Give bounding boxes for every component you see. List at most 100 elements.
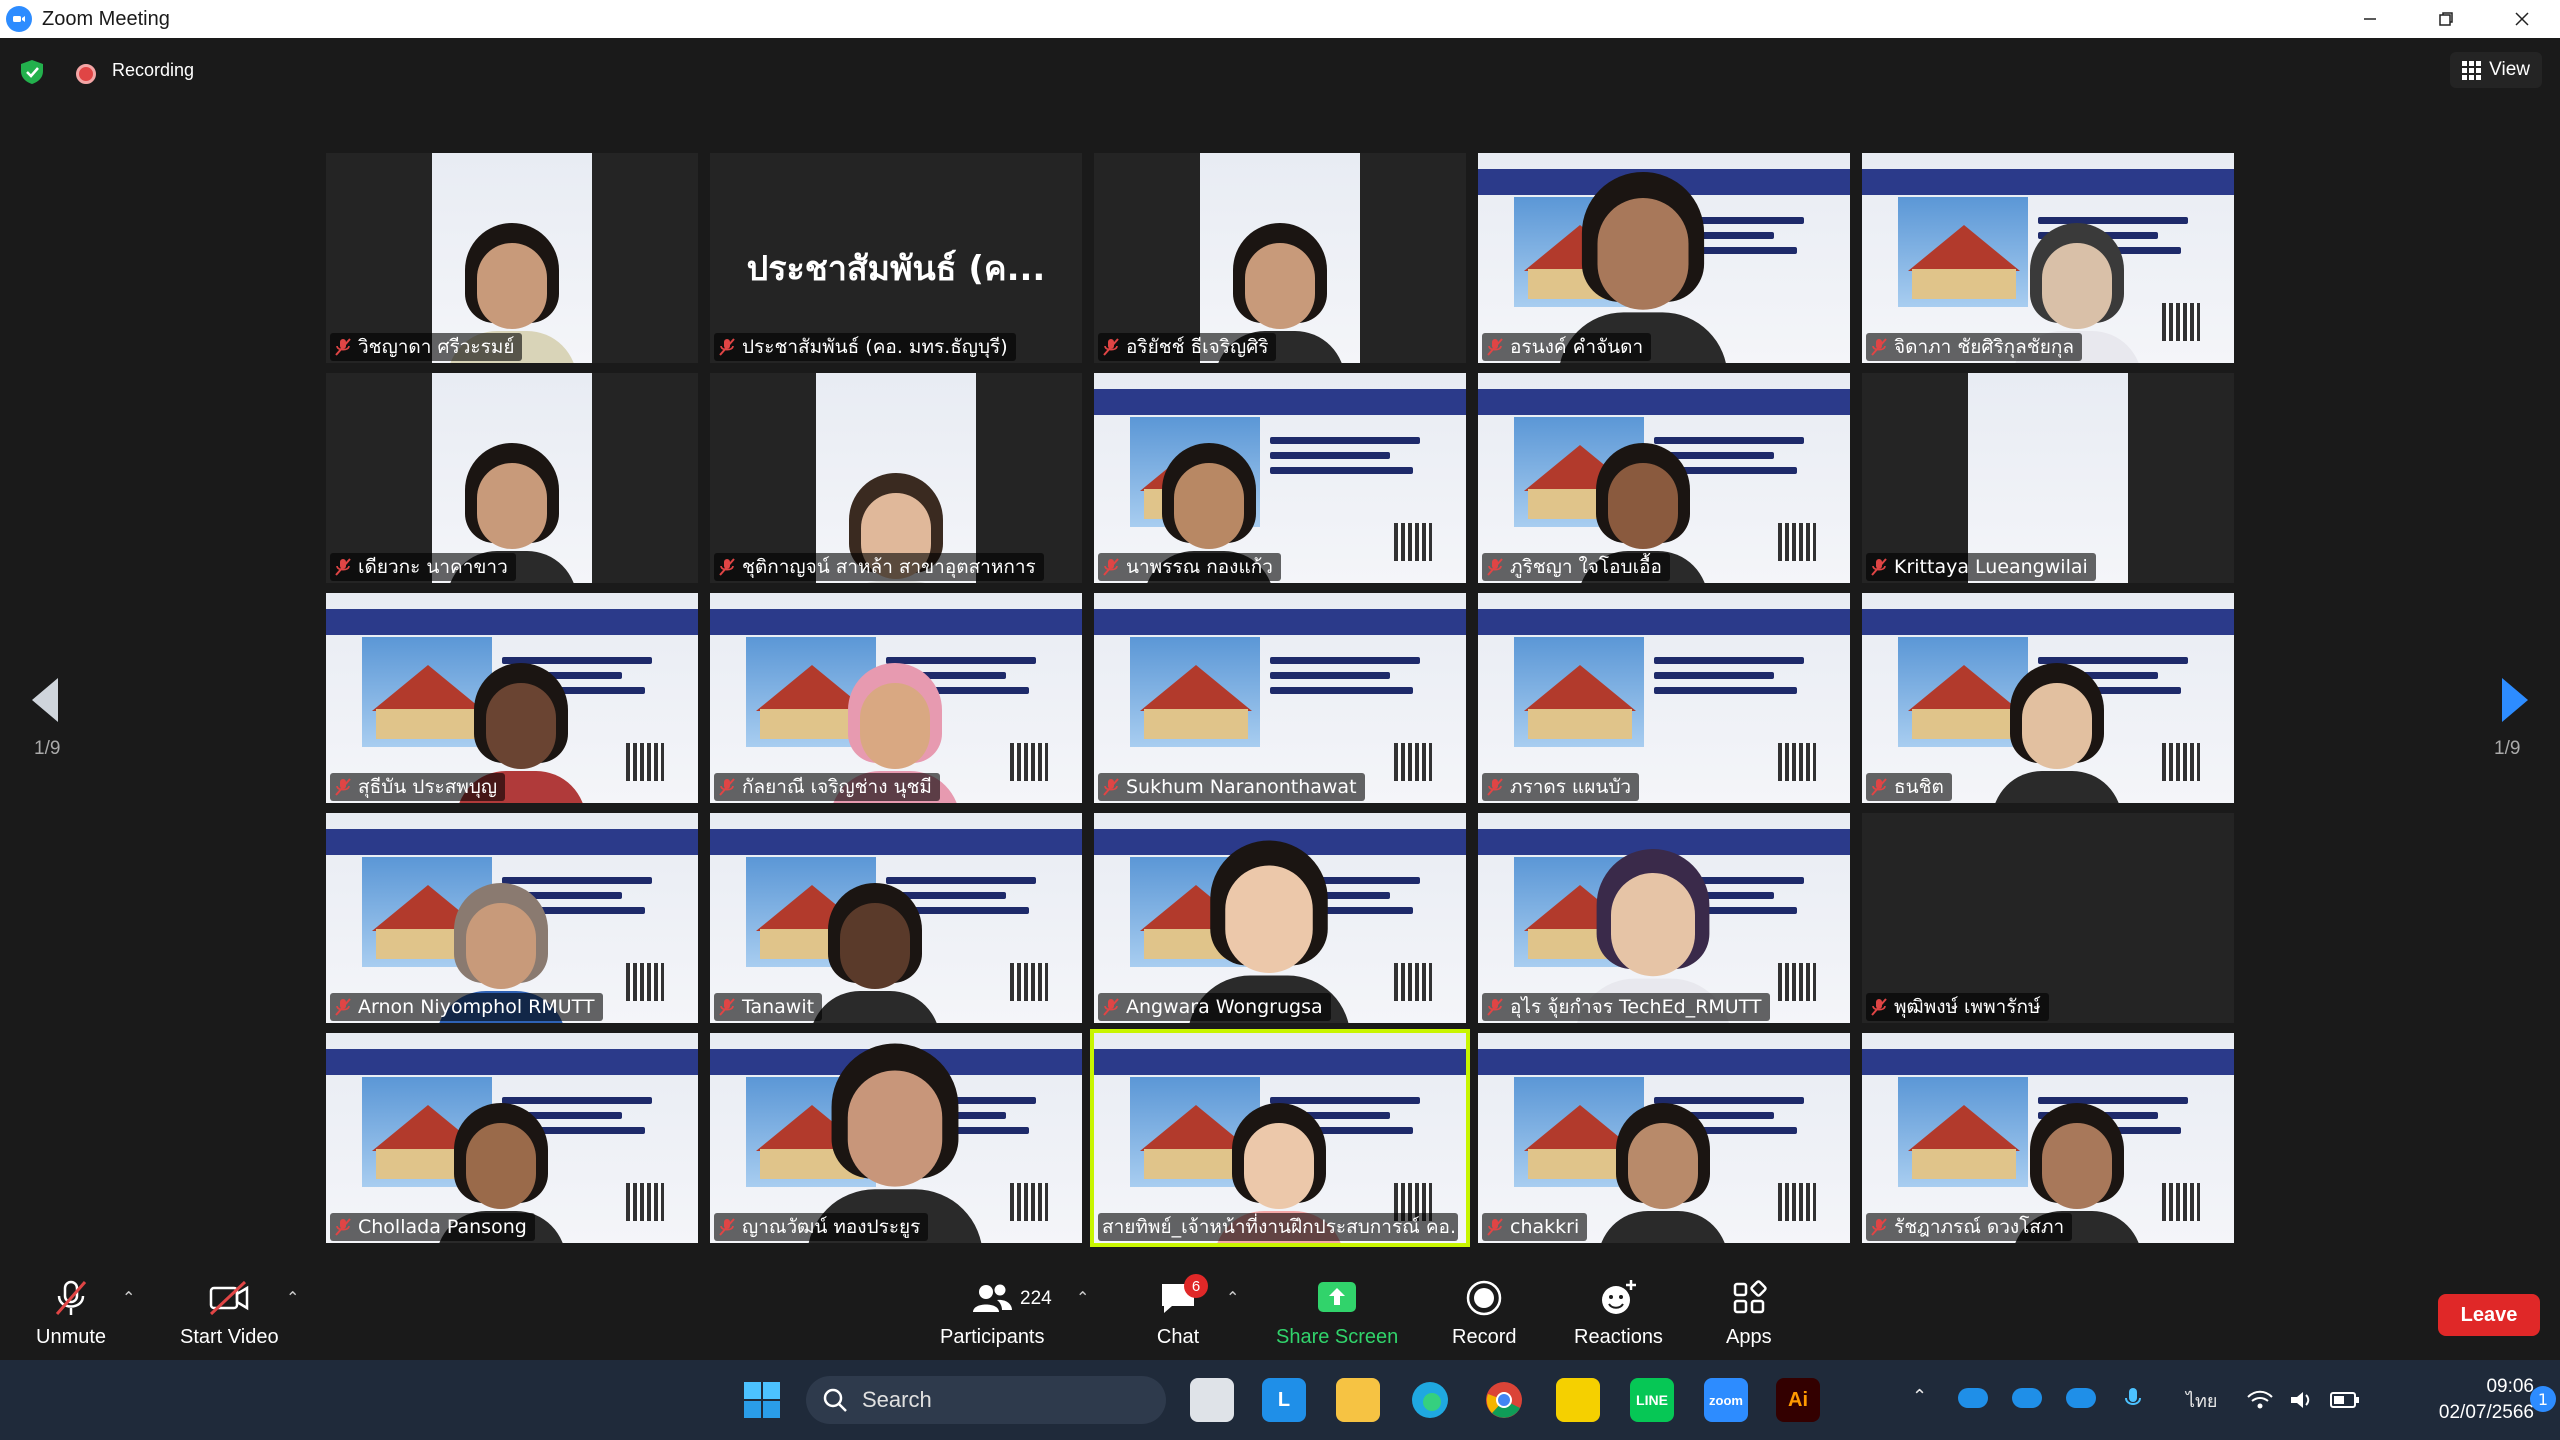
chat-options-chevron-icon[interactable]: ⌃	[1226, 1288, 1239, 1307]
microphone-tray-icon[interactable]	[2118, 1378, 2148, 1422]
page-indicator-right: 1/9	[2494, 738, 2521, 759]
tray-overflow-chevron-icon[interactable]: ⌃	[1912, 1386, 1927, 1407]
participant-name: อริยัชช์ ธีเจริญศิริ	[1126, 336, 1269, 358]
recording-indicator-icon	[76, 64, 96, 84]
participant-tile[interactable]: ภูริชญา ใจโอบเอื้อ	[1478, 373, 1850, 583]
participants-button[interactable]: Participants	[940, 1276, 1045, 1349]
zoom-app-icon[interactable]: zoom	[1704, 1378, 1748, 1422]
participant-name: Sukhum Naranonthawat	[1126, 776, 1357, 798]
start-menu-windows-icon[interactable]	[740, 1378, 784, 1422]
volume-icon[interactable]	[2286, 1378, 2318, 1422]
participant-tile[interactable]: อุไร จุ้ยกำจร TechEd_RMUTT	[1478, 813, 1850, 1023]
participant-tile[interactable]: Sukhum Naranonthawat	[1094, 593, 1466, 803]
audio-options-chevron-icon[interactable]: ⌃	[122, 1288, 135, 1307]
participant-video-person	[810, 883, 940, 1023]
start-video-button[interactable]: Start Video	[180, 1276, 279, 1349]
participant-tile[interactable]: Angwara Wongrugsa	[1094, 813, 1466, 1023]
active-speaker-tile[interactable]: สายทิพย์_เจ้าหน้าที่งานฝึกประสบการณ์ คอ.	[1090, 1029, 1470, 1247]
page-indicator-left: 1/9	[34, 738, 61, 759]
windows-taskbar: Search L LINE zoom Ai ⌃ ไทย 09:06 02/07/…	[0, 1360, 2560, 1440]
participant-name: Angwara Wongrugsa	[1126, 996, 1323, 1018]
apps-button[interactable]: Apps	[1726, 1276, 1772, 1349]
muted-mic-icon	[55, 1280, 87, 1315]
participant-name-plate: ภูริชญา ใจโอบเอื้อ	[1482, 553, 1670, 581]
participant-tile[interactable]: อริยัชช์ ธีเจริญศิริ	[1094, 153, 1466, 363]
participant-tile[interactable]: ญาณวัฒน์ ทองประยูร	[710, 1033, 1082, 1243]
share-screen-button[interactable]: Share Screen	[1276, 1276, 1398, 1349]
participant-tile[interactable]: ประชาสัมพันธ์ (ค... ประชาสัมพันธ์ (คอ. ม…	[710, 153, 1082, 363]
adobe-illustrator-icon[interactable]: Ai	[1776, 1378, 1820, 1422]
task-view-icon[interactable]	[1190, 1378, 1234, 1422]
previous-page-arrow-icon[interactable]	[26, 670, 66, 730]
muted-mic-icon	[1871, 558, 1887, 576]
participant-tile[interactable]: Tanawit	[710, 813, 1082, 1023]
participant-tile[interactable]: จิดาภา ชัยศิริกุลชัยกุล	[1862, 153, 2234, 363]
chrome-browser-icon[interactable]	[1482, 1378, 1526, 1422]
participant-tile[interactable]: Krittaya Lueangwilai	[1862, 373, 2234, 583]
participant-tile[interactable]: กัลยาณี เจริญช่าง นุชมี	[710, 593, 1082, 803]
participant-tile[interactable]: นาพรรณ กองแก้ว	[1094, 373, 1466, 583]
participant-name: เดียวกะ นาคาขาว	[358, 556, 508, 578]
participant-tile[interactable]: ภราดร แผนบัว	[1478, 593, 1850, 803]
participant-name-plate: จิดาภา ชัยศิริกุลชัยกุล	[1866, 333, 2082, 361]
zoom-logo-icon	[6, 6, 32, 32]
participant-tile[interactable]: ชุติกาญจน์ สาหล้า สาขาอุตสาหการ	[710, 373, 1082, 583]
wifi-icon[interactable]	[2244, 1378, 2276, 1422]
participant-name-plate: chakkri	[1482, 1213, 1588, 1241]
participant-name: อรนงค์ คำจันดา	[1510, 336, 1644, 358]
onedrive-cloud-icon[interactable]	[2012, 1388, 2042, 1408]
chat-button[interactable]: 6 Chat	[1156, 1274, 1208, 1349]
muted-mic-icon	[1487, 558, 1503, 576]
participants-label: Participants	[940, 1326, 1045, 1348]
edge-browser-icon[interactable]	[1408, 1378, 1452, 1422]
taskbar-clock[interactable]: 09:06 02/07/2566	[2430, 1374, 2534, 1426]
participant-name: ภราดร แผนบัว	[1510, 776, 1632, 798]
participant-tile[interactable]: พุฒิพงษ์ เพพารักษ์	[1862, 813, 2234, 1023]
leave-meeting-button[interactable]: Leave	[2438, 1294, 2540, 1336]
onedrive-cloud-icon[interactable]	[2066, 1388, 2096, 1408]
participant-tile[interactable]: วิชญาดา ศรีวะรมย์	[326, 153, 698, 363]
launcher-l-app-icon[interactable]: L	[1262, 1378, 1306, 1422]
input-language-indicator[interactable]: ไทย	[2186, 1386, 2217, 1415]
participant-name: อุไร จุ้ยกำจร TechEd_RMUTT	[1510, 996, 1762, 1018]
notification-count-badge[interactable]: 1	[2530, 1386, 2556, 1412]
close-window-button[interactable]	[2484, 0, 2560, 38]
participant-name: ภูริชญา ใจโอบเอื้อ	[1510, 556, 1662, 578]
participant-name-plate: Arnon Niyomphol RMUTT	[330, 993, 603, 1021]
participant-name-plate: สายทิพย์_เจ้าหน้าที่งานฝึกประสบการณ์ คอ.	[1098, 1213, 1458, 1241]
participant-name: สายทิพย์_เจ้าหน้าที่งานฝึกประสบการณ์ คอ.	[1102, 1216, 1456, 1238]
participant-name-plate: อรนงค์ คำจันดา	[1482, 333, 1652, 361]
reactions-button[interactable]: Reactions	[1574, 1276, 1663, 1349]
participant-tile[interactable]: รัชฎาภรณ์ ดวงโสภา	[1862, 1033, 2234, 1243]
participant-name: พุฒิพงษ์ เพพารักษ์	[1894, 996, 2041, 1018]
record-button[interactable]: Record	[1452, 1276, 1516, 1349]
taskbar-search-box[interactable]: Search	[806, 1376, 1166, 1424]
muted-mic-icon	[1487, 1218, 1503, 1236]
participant-tile[interactable]: Arnon Niyomphol RMUTT	[326, 813, 698, 1023]
view-button[interactable]: View	[2450, 52, 2542, 88]
participant-tile[interactable]: สุธีบัน ประสพบุญ	[326, 593, 698, 803]
participant-name-plate: ธนชิต	[1866, 773, 1952, 801]
participants-options-chevron-icon[interactable]: ⌃	[1076, 1288, 1089, 1307]
restore-button[interactable]	[2408, 0, 2484, 38]
muted-mic-icon	[1103, 338, 1119, 356]
battery-icon[interactable]	[2328, 1378, 2362, 1422]
line-app-icon[interactable]: LINE	[1630, 1378, 1674, 1422]
participant-display-name-overlay: ประชาสัมพันธ์ (ค...	[746, 249, 1046, 289]
participant-name: นาพรรณ กองแก้ว	[1126, 556, 1273, 578]
video-options-chevron-icon[interactable]: ⌃	[286, 1288, 299, 1307]
participant-tile[interactable]: อรนงค์ คำจันดา	[1478, 153, 1850, 363]
onedrive-cloud-icon[interactable]	[1958, 1388, 1988, 1408]
participant-tile[interactable]: chakkri	[1478, 1033, 1850, 1243]
participant-tile[interactable]: ธนชิต	[1862, 593, 2234, 803]
unmute-button[interactable]: Unmute	[36, 1276, 106, 1349]
encryption-shield-icon[interactable]	[18, 58, 46, 86]
sticky-notes-icon[interactable]	[1556, 1378, 1600, 1422]
file-explorer-icon[interactable]	[1336, 1378, 1380, 1422]
minimize-button[interactable]	[2332, 0, 2408, 38]
muted-mic-icon	[1871, 778, 1887, 796]
recording-label[interactable]: Recording	[112, 60, 194, 81]
next-page-arrow-icon[interactable]	[2494, 670, 2534, 730]
participant-tile[interactable]: เดียวกะ นาคาขาว	[326, 373, 698, 583]
participant-tile[interactable]: Chollada Pansong	[326, 1033, 698, 1243]
